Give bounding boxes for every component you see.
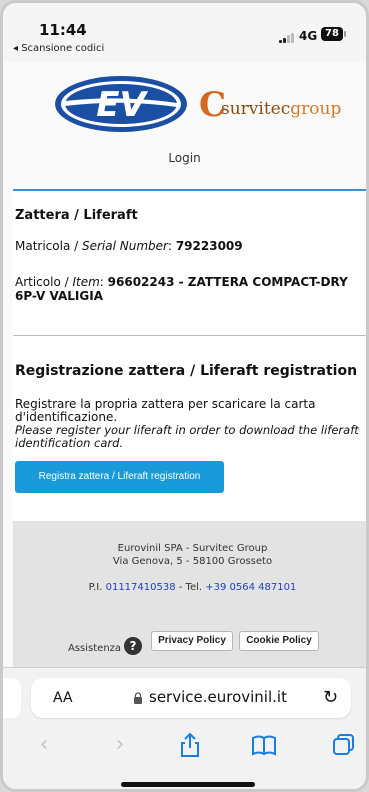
- forward-icon[interactable]: ›: [105, 730, 135, 760]
- share-icon[interactable]: [175, 730, 205, 760]
- home-indicator: [121, 782, 255, 787]
- register-liferaft-button[interactable]: Registra zattera / Liferaft registration: [15, 461, 224, 493]
- address-bar[interactable]: AA service.eurovinil.it ↻: [31, 678, 351, 718]
- status-bar: 11:44 ◂ Scansione codici 4G 78: [3, 3, 366, 61]
- page-footer: Eurovinil SPA - Survitec Group Via Genov…: [13, 521, 366, 667]
- liferaft-title: Zattera / Liferaft: [15, 208, 138, 223]
- browser-nav-row: ‹ ›: [3, 730, 366, 764]
- survitec-logo-text: survitecgroup: [221, 99, 342, 119]
- registration-text-it-2: d'identificazione.: [15, 410, 118, 424]
- registration-text-en-1: Please register your liferaft in order t…: [15, 423, 359, 437]
- browser-toolbar: AA service.eurovinil.it ↻ ‹ ›: [3, 667, 366, 789]
- ev-logo: EV: [55, 76, 187, 132]
- battery-nub: [344, 31, 346, 37]
- registration-text-en-2: identification card.: [15, 436, 124, 450]
- help-icon[interactable]: ?: [124, 637, 142, 655]
- reader-settings-button[interactable]: AA: [53, 690, 73, 706]
- assistance-link[interactable]: Assistenza: [68, 643, 121, 654]
- tabs-icon[interactable]: [329, 730, 359, 760]
- footer-address: Via Genova, 5 - 58100 Grosseto: [112, 556, 273, 567]
- previous-tab-peek[interactable]: [3, 678, 21, 718]
- registration-title: Registrazione zattera / Liferaft registr…: [15, 363, 358, 379]
- url-text[interactable]: service.eurovinil.it: [149, 688, 287, 706]
- phone-screen: 11:44 ◂ Scansione codici 4G 78 EV C surv…: [0, 0, 369, 792]
- privacy-policy-button[interactable]: Privacy Policy: [151, 631, 233, 651]
- status-time: 11:44: [39, 21, 87, 39]
- network-type: 4G: [299, 29, 318, 43]
- battery-icon: 78: [321, 27, 343, 41]
- ev-logo-text: EV: [96, 85, 148, 125]
- lock-icon: [134, 692, 142, 704]
- bookmarks-icon[interactable]: [249, 730, 279, 760]
- cookie-policy-button[interactable]: Cookie Policy: [239, 631, 319, 651]
- footer-company: Eurovinil SPA - Survitec Group: [117, 543, 268, 554]
- registration-text-it-1: Registrare la propria zattera per scaric…: [15, 397, 316, 411]
- phone-link[interactable]: +39 0564 487101: [205, 582, 296, 593]
- back-to-app-link[interactable]: ◂ Scansione codici: [13, 43, 104, 54]
- item-code: Articolo / Item: 96602243 - ZATTERA COMP…: [15, 275, 348, 289]
- section-divider: [13, 335, 366, 336]
- item-code-cont: 6P-V VALIGIA: [15, 289, 103, 303]
- vat-link[interactable]: 01117410538: [106, 582, 176, 593]
- serial-number: Matricola / Serial Number: 79223009: [15, 239, 243, 253]
- main-content: Zattera / Liferaft Matricola / Serial Nu…: [13, 191, 366, 521]
- brand-header: EV C survitecgroup Login: [3, 61, 366, 181]
- footer-contacts: P.I. 01117410538 - Tel. +39 0564 487101: [88, 582, 297, 593]
- signal-icon: [279, 33, 294, 43]
- reload-icon[interactable]: ↻: [323, 687, 338, 708]
- login-link[interactable]: Login: [3, 151, 366, 165]
- back-icon[interactable]: ‹: [29, 730, 59, 760]
